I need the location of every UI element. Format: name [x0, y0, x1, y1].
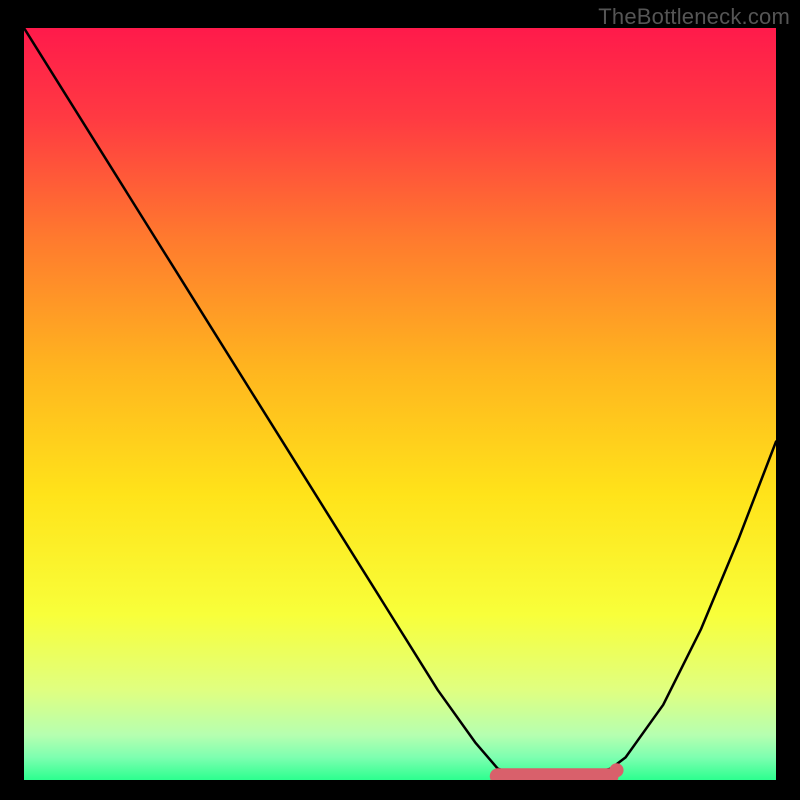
watermark-text: TheBottleneck.com	[598, 4, 790, 30]
optimal-range-end-dot	[610, 763, 624, 777]
gradient-background	[24, 28, 776, 780]
chart-container: TheBottleneck.com	[0, 0, 800, 800]
plot-svg	[24, 28, 776, 780]
plot-area	[24, 28, 776, 780]
